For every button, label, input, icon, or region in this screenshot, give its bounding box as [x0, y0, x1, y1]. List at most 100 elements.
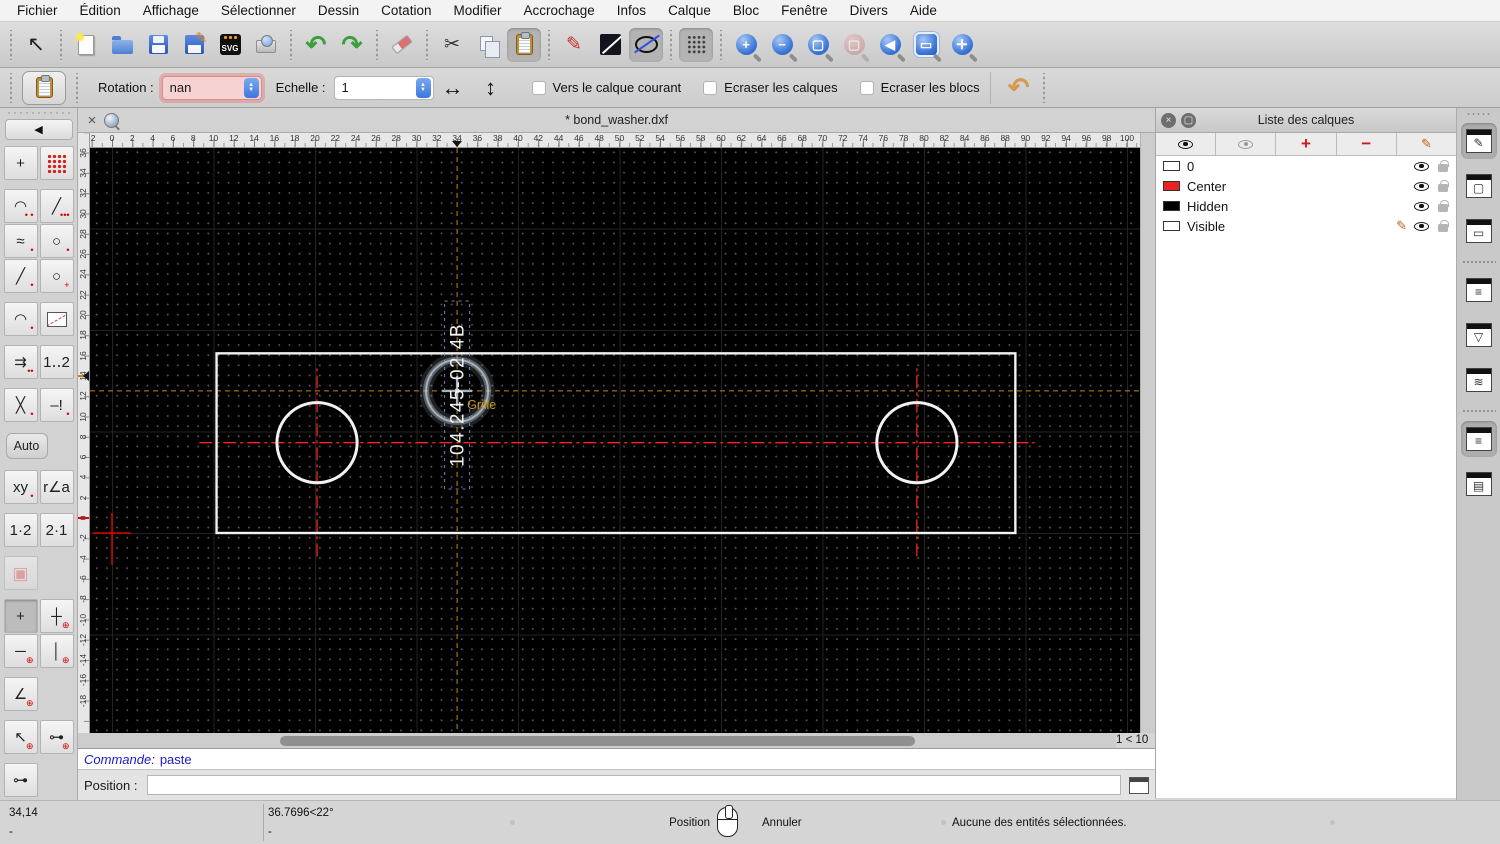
show-all-layers[interactable]: [1156, 133, 1217, 155]
snap-intersection-manual[interactable]: ╳ •: [3, 388, 38, 422]
scale-combobox[interactable]: 1 ▲ ▼: [333, 75, 434, 100]
edit-layer[interactable]: ✎: [1397, 133, 1456, 155]
snap-distance[interactable]: 1‥2: [39, 345, 74, 379]
layer-visibility-icon[interactable]: [1414, 221, 1429, 231]
zoom-pan[interactable]: ✛: [945, 28, 979, 62]
layer-visibility-icon[interactable]: [1414, 201, 1429, 211]
restrict-horizontal[interactable]: ─ ⊕: [3, 634, 38, 668]
layer-lock-icon[interactable]: [1438, 159, 1449, 172]
menu-infos[interactable]: Infos: [606, 0, 657, 22]
snap-endpoints[interactable]: ◠ • •: [3, 189, 38, 223]
open-file[interactable]: [105, 28, 139, 62]
snap-free[interactable]: +: [3, 146, 38, 180]
command-line[interactable]: Commande: paste: [78, 748, 1155, 770]
set-relative-zero[interactable]: ⊶: [3, 763, 38, 797]
snap-auto-button[interactable]: Auto: [5, 433, 48, 459]
restrict-orthogonal[interactable]: ┼ ⊕: [39, 599, 74, 633]
dock-layer-properties[interactable]: ✎: [1460, 123, 1497, 159]
checkbox-box[interactable]: [703, 80, 718, 95]
checkbox-box[interactable]: [859, 80, 874, 95]
zoom-auto[interactable]: ▢: [801, 28, 835, 62]
circle-attributes[interactable]: [629, 27, 663, 62]
menu-dessin[interactable]: Dessin: [307, 0, 370, 22]
snap-grid[interactable]: [39, 146, 74, 180]
menu-selectionner[interactable]: Sélectionner: [210, 0, 307, 22]
relative-point-21[interactable]: 2·1: [39, 513, 74, 547]
snap-middle[interactable]: ╱ •: [3, 259, 38, 293]
checkbox-vers-le-calque-courant[interactable]: Vers le calque courant: [531, 80, 681, 95]
paste[interactable]: [507, 27, 541, 62]
dock-pen-wizard[interactable]: ≋: [1461, 362, 1497, 398]
undo-cascade-button[interactable]: ↶: [1002, 71, 1036, 105]
select-reference-point[interactable]: ↖ ⊕: [3, 720, 38, 754]
remove-layer[interactable]: −: [1337, 133, 1397, 155]
layer-row-0[interactable]: 0: [1156, 156, 1456, 176]
layer-lock-icon[interactable]: [1438, 219, 1449, 232]
back-button[interactable]: ◀: [4, 119, 73, 140]
hide-all-layers[interactable]: [1216, 133, 1277, 155]
drawing-canvas[interactable]: 104.245-02.4B Grille: [90, 148, 1140, 733]
menu-fichier[interactable]: Fichier: [6, 0, 69, 22]
cut[interactable]: ✂: [435, 28, 469, 62]
snap-nearest[interactable]: ◠ •: [3, 302, 38, 336]
scrollbar-thumb[interactable]: [280, 736, 915, 746]
new-file[interactable]: [69, 28, 103, 62]
zoom-selection[interactable]: ▢: [837, 28, 871, 62]
snap-intersection[interactable]: ≈ •: [3, 224, 38, 258]
layer-visibility-icon[interactable]: [1414, 161, 1429, 171]
layer-row-center[interactable]: Center: [1156, 176, 1456, 196]
zoom-out[interactable]: −: [765, 28, 799, 62]
rotation-combobox[interactable]: nan ▲ ▼: [161, 75, 262, 100]
flip-vertical-button[interactable]: ↕: [472, 72, 510, 104]
coordinate-cartesian[interactable]: xy •: [3, 470, 38, 504]
checkbox-box[interactable]: [531, 80, 546, 95]
zoom-in[interactable]: +: [729, 28, 763, 62]
save-file[interactable]: [141, 28, 175, 62]
snap-on-entity[interactable]: ╱ •••: [39, 189, 74, 223]
pen-tool[interactable]: ✎: [557, 28, 591, 62]
zoom-window[interactable]: ▭: [909, 28, 943, 62]
layer-row-hidden[interactable]: Hidden: [1156, 196, 1456, 216]
eraser[interactable]: [385, 28, 419, 62]
layer-lock-icon[interactable]: [1438, 179, 1449, 192]
menu-fenetre[interactable]: Fenêtre: [770, 0, 839, 22]
relative-point-12[interactable]: 1·2: [3, 513, 38, 547]
menu-affichage[interactable]: Affichage: [132, 0, 210, 22]
menu-modifier[interactable]: Modifier: [442, 0, 512, 22]
line-attributes[interactable]: [593, 28, 627, 62]
export-svg[interactable]: SVG: [213, 28, 247, 62]
vertical-scrollbar[interactable]: [1140, 133, 1155, 733]
checkbox-ecraser-les-calques[interactable]: Ecraser les calques: [703, 80, 838, 95]
lock-relative-zero[interactable]: ⊶ ⊕: [39, 720, 74, 754]
pointer-tool[interactable]: ↖: [19, 28, 53, 62]
snap-center[interactable]: ○ +: [39, 259, 74, 293]
snap-auto-intersection[interactable]: ⇉ ••: [3, 345, 38, 379]
menu-calque[interactable]: Calque: [657, 0, 722, 22]
menu-divers[interactable]: Divers: [839, 0, 899, 22]
checkbox-ecraser-les-blocs[interactable]: Ecraser les blocs: [859, 80, 980, 95]
menu-aide[interactable]: Aide: [899, 0, 948, 22]
exclusive-snap[interactable]: ▣: [3, 556, 38, 590]
layer-lock-icon[interactable]: [1438, 199, 1449, 212]
zoom-previous[interactable]: ◀: [873, 28, 907, 62]
dock-clipboard[interactable]: ▤: [1461, 466, 1497, 502]
restrict-nothing[interactable]: +: [3, 599, 38, 633]
dock-selection-filter[interactable]: ▽: [1461, 317, 1497, 353]
undo[interactable]: ↶: [299, 28, 333, 62]
redo[interactable]: ↷: [335, 28, 369, 62]
text-entity[interactable]: 104.245-02.4B: [448, 323, 469, 467]
layer-row-visible[interactable]: Visible ✎: [1156, 216, 1456, 236]
menu-cotation[interactable]: Cotation: [370, 0, 442, 22]
position-input[interactable]: [147, 775, 1121, 795]
menu-bloc[interactable]: Bloc: [722, 0, 770, 22]
coordinate-polar[interactable]: r∠a: [39, 470, 74, 504]
save-as-file[interactable]: [177, 28, 211, 62]
dock-command-line[interactable]: ≡: [1460, 421, 1497, 457]
grid-toggle[interactable]: [679, 27, 713, 62]
set-angle[interactable]: ∠ ⊕: [3, 677, 38, 711]
menu-edition[interactable]: Édition: [69, 0, 132, 22]
snap-nothing[interactable]: –! •: [39, 388, 74, 422]
snap-circle[interactable]: ○ •: [39, 224, 74, 258]
restrict-vertical[interactable]: │ ⊕: [39, 634, 74, 668]
command-window-button[interactable]: [1129, 776, 1149, 794]
